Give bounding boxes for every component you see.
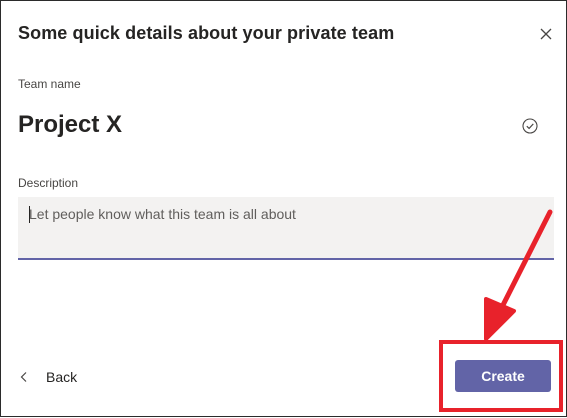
- dialog: Some quick details about your private te…: [0, 0, 567, 417]
- chevron-left-icon: [20, 372, 27, 382]
- back-label: Back: [46, 369, 78, 385]
- team-name-field[interactable]: Project X: [18, 111, 122, 139]
- close-button[interactable]: [537, 25, 555, 43]
- dialog-title: Some quick details about your private te…: [18, 23, 395, 43]
- close-icon: [540, 28, 552, 40]
- check-circle-icon: [522, 118, 538, 134]
- team-name-label: Team name: [18, 77, 81, 91]
- back-button[interactable]: Back: [18, 367, 77, 387]
- text-caret: [29, 206, 30, 223]
- create-button[interactable]: Create: [455, 360, 551, 392]
- description-label: Description: [18, 176, 79, 190]
- description-field[interactable]: [18, 197, 554, 260]
